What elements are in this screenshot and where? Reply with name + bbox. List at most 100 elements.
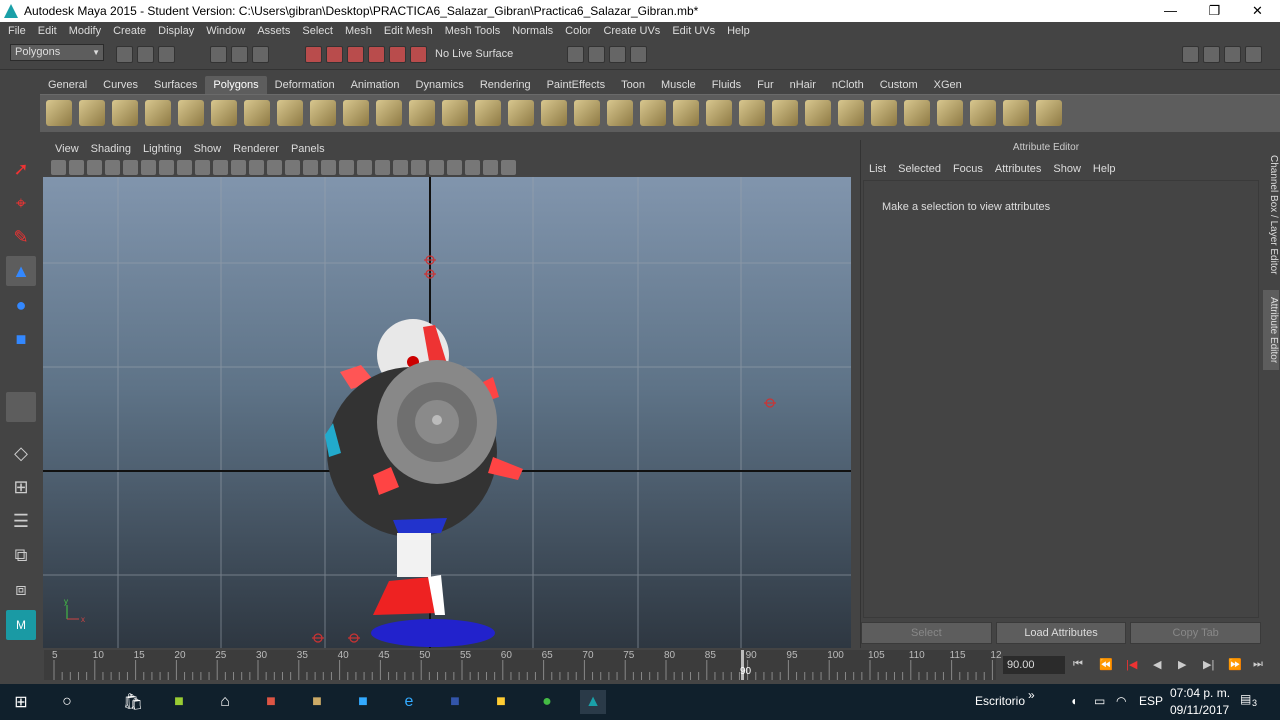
store-icon[interactable]: 🛍 — [120, 690, 146, 714]
tool-settings-toggle-icon[interactable] — [1245, 45, 1262, 63]
poly-cone-icon[interactable] — [145, 100, 171, 126]
menu-edit[interactable]: Edit — [32, 25, 63, 37]
snap-point-icon[interactable] — [347, 45, 364, 63]
open-scene-icon[interactable] — [137, 45, 154, 63]
viewport-menu-renderer[interactable]: Renderer — [227, 143, 285, 155]
close-button[interactable]: ✕ — [1235, 0, 1280, 22]
menu-assets[interactable]: Assets — [251, 25, 296, 37]
cortana-search-icon[interactable]: ○ — [54, 690, 80, 714]
shelf-tab-dynamics[interactable]: Dynamics — [408, 76, 472, 94]
grid-toggle-icon[interactable] — [249, 160, 264, 175]
menu-create[interactable]: Create — [107, 25, 152, 37]
film-gate-icon[interactable] — [141, 160, 156, 175]
save-scene-icon[interactable] — [158, 45, 175, 63]
automatic-map-icon[interactable] — [1003, 100, 1029, 126]
smooth-shade-icon[interactable] — [285, 160, 300, 175]
menu-mesh-tools[interactable]: Mesh Tools — [439, 25, 506, 37]
attribute-editor-toggle-icon[interactable] — [1224, 45, 1241, 63]
menu-create-uvs[interactable]: Create UVs — [597, 25, 666, 37]
minimize-button[interactable]: — — [1148, 0, 1193, 22]
bridge-icon[interactable] — [541, 100, 567, 126]
separate-icon[interactable] — [376, 100, 402, 126]
load-attributes-button[interactable]: Load Attributes — [995, 622, 1127, 644]
append-icon[interactable] — [574, 100, 600, 126]
attr-menu-attributes[interactable]: Attributes — [989, 163, 1047, 175]
poly-cube-icon[interactable] — [79, 100, 105, 126]
shelf-tab-nhair[interactable]: nHair — [782, 76, 824, 94]
ipr-render-icon[interactable] — [609, 45, 626, 63]
planar-map-icon[interactable] — [904, 100, 930, 126]
viewport-menu-show[interactable]: Show — [188, 143, 228, 155]
shelf-tab-fluids[interactable]: Fluids — [704, 76, 749, 94]
attr-menu-show[interactable]: Show — [1047, 163, 1087, 175]
shelf-tab-polygons[interactable]: Polygons — [205, 76, 267, 94]
viewport-menu-panels[interactable]: Panels — [285, 143, 331, 155]
edge-icon[interactable]: e — [396, 690, 422, 714]
cone-red-icon[interactable] — [871, 100, 897, 126]
wifi-icon[interactable]: ◠ — [1116, 694, 1126, 708]
shelf-tab-fur[interactable]: Fur — [749, 76, 782, 94]
uv-editor-icon[interactable] — [1036, 100, 1062, 126]
magnet-icon[interactable] — [410, 45, 427, 63]
home-icon[interactable]: ⌂ — [212, 690, 238, 714]
menu-edit-mesh[interactable]: Edit Mesh — [378, 25, 439, 37]
move-tool-icon[interactable]: ▲ — [6, 256, 36, 286]
shelf-tab-painteffects[interactable]: PaintEffects — [539, 76, 614, 94]
chrome-icon[interactable]: ● — [534, 690, 560, 714]
motion-blur-icon[interactable] — [393, 160, 408, 175]
attr-menu-focus[interactable]: Focus — [947, 163, 989, 175]
poly-pipe-icon[interactable] — [277, 100, 303, 126]
shelf-tab-surfaces[interactable]: Surfaces — [146, 76, 205, 94]
collapse-icon[interactable] — [772, 100, 798, 126]
desktop-label[interactable]: Escritorio — [975, 694, 1025, 708]
camera-select-icon[interactable] — [51, 160, 66, 175]
paint-select-tool-icon[interactable]: ✎ — [6, 222, 36, 252]
screen-space-ao-icon[interactable] — [375, 160, 390, 175]
word-icon[interactable]: ■ — [442, 690, 468, 714]
shelf-tab-ncloth[interactable]: nCloth — [824, 76, 872, 94]
wireframe-icon[interactable] — [267, 160, 282, 175]
attr-menu-selected[interactable]: Selected — [892, 163, 947, 175]
mode-selector[interactable]: Polygons ▼ — [10, 44, 104, 61]
scale-tool-icon[interactable]: ■ — [6, 324, 36, 354]
shelf-tab-muscle[interactable]: Muscle — [653, 76, 704, 94]
wireframe-on-shaded-icon[interactable] — [303, 160, 318, 175]
poly-sphere-icon[interactable] — [46, 100, 72, 126]
render-current-icon[interactable] — [588, 45, 605, 63]
shelf-tab-animation[interactable]: Animation — [343, 76, 408, 94]
offset-edge-loop-icon[interactable] — [673, 100, 699, 126]
shelf-tab-xgen[interactable]: XGen — [926, 76, 970, 94]
make-live-icon[interactable] — [389, 45, 406, 63]
camera-attributes-icon[interactable] — [69, 160, 84, 175]
channel-box-toggle-icon[interactable] — [1203, 45, 1220, 63]
lock-camera-icon[interactable] — [123, 160, 138, 175]
play-forwards-icon[interactable]: ▶ — [1178, 658, 1186, 671]
average-vertices-icon[interactable] — [442, 100, 468, 126]
minecraft-icon[interactable]: ■ — [166, 690, 192, 714]
resolution-gate-icon[interactable] — [159, 160, 174, 175]
notifications-icon[interactable]: ▤ — [1240, 692, 1251, 706]
copy-tab-button[interactable]: Copy Tab — [1130, 622, 1262, 644]
select-component-icon[interactable] — [252, 45, 269, 63]
snap-grid-icon[interactable] — [305, 45, 322, 63]
file-explorer-icon[interactable]: ■ — [488, 690, 514, 714]
poly-torus-icon[interactable] — [211, 100, 237, 126]
toolbox-toggle-icon[interactable] — [1182, 45, 1199, 63]
rotate-tool-icon[interactable]: ● — [6, 290, 36, 320]
attr-menu-list[interactable]: List — [863, 163, 892, 175]
shelf-tab-custom[interactable]: Custom — [872, 76, 926, 94]
last-tool-icon[interactable] — [6, 392, 36, 422]
language-indicator[interactable]: ESP — [1139, 694, 1163, 708]
wedge-icon[interactable] — [838, 100, 864, 126]
menu-normals[interactable]: Normals — [506, 25, 559, 37]
step-forward-key-icon[interactable]: ⏩ — [1228, 658, 1242, 671]
snap-view-plane-icon[interactable] — [368, 45, 385, 63]
shelf-tab-general[interactable]: General — [40, 76, 95, 94]
spherical-map-icon[interactable] — [970, 100, 996, 126]
gate-mask-icon[interactable] — [177, 160, 192, 175]
poly-plane-icon[interactable] — [178, 100, 204, 126]
menu-select[interactable]: Select — [296, 25, 339, 37]
poly-soccer-ball-icon[interactable] — [310, 100, 336, 126]
depth-of-field-icon[interactable] — [429, 160, 444, 175]
step-back-frame-icon[interactable]: |◀ — [1126, 658, 1137, 671]
